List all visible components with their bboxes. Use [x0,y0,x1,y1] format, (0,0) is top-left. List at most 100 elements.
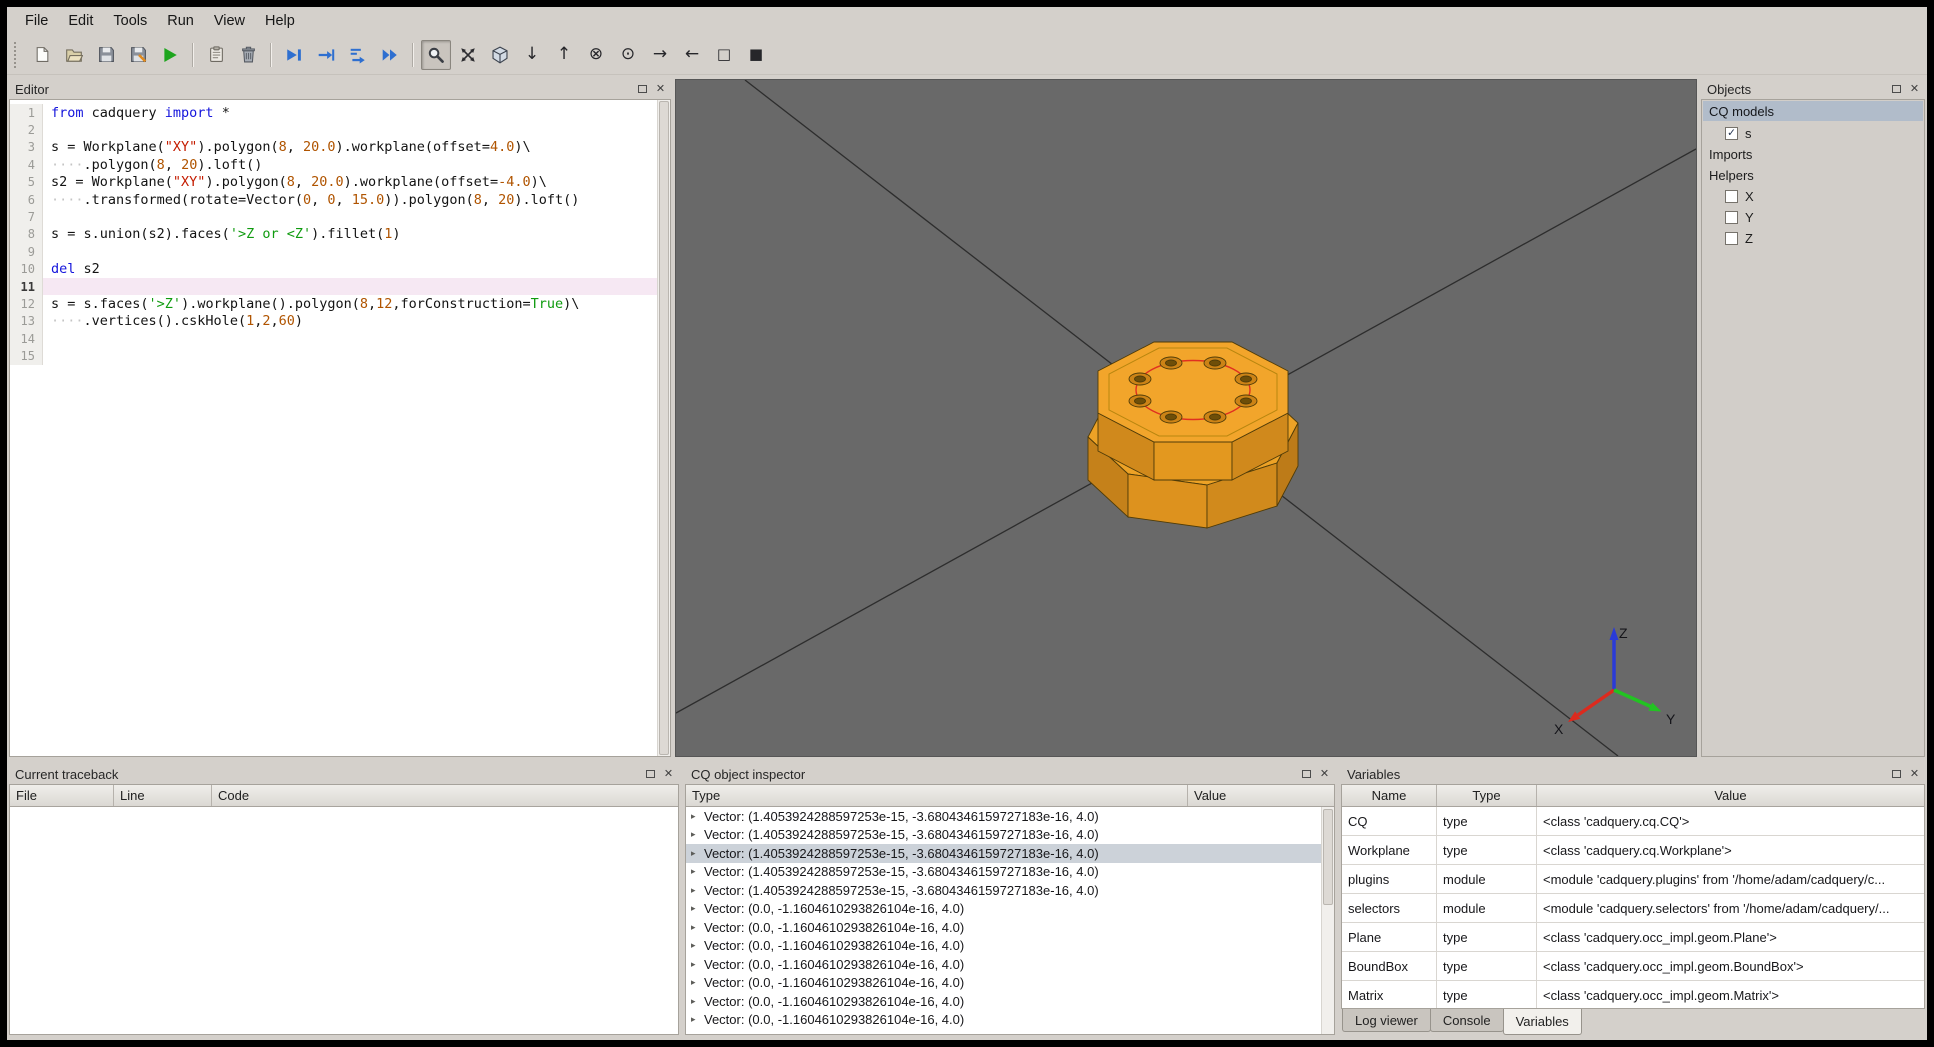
tab-variables[interactable]: Variables [1502,1009,1582,1035]
code-line[interactable]: 5 s2 = Workplane("XY").polygon(8, 20.0).w… [10,173,657,191]
code-line[interactable]: 12 s = s.faces('>Z').workplane().polygon(… [10,295,657,313]
close-button[interactable]: ✕ [1907,82,1922,97]
code-line[interactable]: 14 [10,330,657,348]
column-header-name[interactable]: Name [1342,785,1437,806]
column-header-file[interactable]: File [10,785,114,806]
expand-icon[interactable]: ▸ [691,829,702,840]
expand-icon[interactable]: ▸ [691,866,702,877]
code-area[interactable]: 1 from cadquery import * 2 3 s = Workplane("… [10,100,657,756]
checkbox[interactable] [1725,211,1738,224]
scrollbar-thumb[interactable] [1323,809,1333,905]
column-header-type[interactable]: Type [1437,785,1537,806]
tab-log-viewer[interactable]: Log viewer [1342,1009,1431,1032]
code-line[interactable]: 4 ···· .polygon(8, 20).loft() [10,156,657,174]
code-line[interactable]: 2 [10,121,657,139]
checkbox[interactable] [1725,232,1738,245]
fit-button[interactable] [453,40,483,70]
column-header-value[interactable]: Value [1537,785,1924,806]
top-view-button[interactable]: ↓ [517,40,547,70]
save-button[interactable] [91,40,121,70]
zoom-button[interactable] [421,39,451,70]
inspector-scrollbar[interactable] [1321,807,1334,1034]
variable-row[interactable]: plugins module <module 'cadquery.plugins' … [1342,865,1924,894]
scrollbar-thumb[interactable] [659,101,669,755]
expand-icon[interactable]: ▸ [691,996,702,1007]
code-line[interactable]: 15 [10,347,657,365]
front-view-button[interactable]: ⊗ [581,40,611,70]
inspector-row[interactable]: ▸ Vector: (1.4053924288597253e-15, -3.680… [686,863,1321,882]
close-button[interactable]: ✕ [1907,767,1922,782]
menu-item-run[interactable]: Run [157,9,204,33]
variable-row[interactable]: Plane type <class 'cadquery.occ_impl.geom.… [1342,923,1924,952]
iso-view-button[interactable] [485,40,515,70]
column-header-line[interactable]: Line [114,785,212,806]
tree-item-y[interactable]: Y [1702,207,1924,228]
save-as-button[interactable] [123,40,153,70]
step-in-button[interactable] [343,40,373,70]
variable-row[interactable]: selectors module <module 'cadquery.selecto… [1342,894,1924,923]
expand-icon[interactable]: ▸ [691,1014,702,1025]
variable-row[interactable]: BoundBox type <class 'cadquery.occ_impl.ge… [1342,952,1924,981]
menu-item-tools[interactable]: Tools [103,9,157,33]
code-line[interactable]: 1 from cadquery import * [10,104,657,122]
expand-icon[interactable]: ▸ [691,811,702,822]
variable-row[interactable]: Matrix type <class 'cadquery.occ_impl.geom… [1342,981,1924,1008]
expand-icon[interactable]: ▸ [691,903,702,914]
inspector-row[interactable]: ▸ Vector: (0.0, -1.1604610293826104e-16, … [686,974,1321,993]
expand-icon[interactable]: ▸ [691,922,702,933]
float-button[interactable] [1889,82,1904,97]
checkbox[interactable]: ✓ [1725,127,1738,140]
shaded-button[interactable]: ■ [741,40,771,70]
expand-icon[interactable]: ▸ [691,959,702,970]
open-button[interactable] [59,40,89,70]
delete-button[interactable] [233,40,263,70]
new-button[interactable] [27,40,57,70]
code-line[interactable]: 7 [10,208,657,226]
variable-row[interactable]: Workplane type <class 'cadquery.cq.Workpla… [1342,836,1924,865]
code-line[interactable]: 10 del s2 [10,260,657,278]
float-button[interactable] [635,82,650,97]
code-line[interactable]: 11 [10,277,657,296]
column-header-type[interactable]: Type [686,785,1188,806]
tab-console[interactable]: Console [1429,1009,1504,1032]
column-header-value[interactable]: Value [1188,785,1334,806]
inspector-row[interactable]: ▸ Vector: (0.0, -1.1604610293826104e-16, … [686,918,1321,937]
traceback-body[interactable] [10,807,678,1034]
right-view-button[interactable]: ← [677,40,707,70]
expand-icon[interactable]: ▸ [691,848,702,859]
cad-model[interactable] [1087,341,1299,529]
inspector-row[interactable]: ▸ Vector: (0.0, -1.1604610293826104e-16, … [686,992,1321,1011]
left-view-button[interactable]: → [645,40,675,70]
step-button[interactable] [311,40,341,70]
wireframe-button[interactable]: □ [709,40,739,70]
float-button[interactable] [643,767,658,782]
inspector-row[interactable]: ▸ Vector: (1.4053924288597253e-15, -3.680… [686,844,1321,863]
bottom-view-button[interactable]: ↑ [549,40,579,70]
tree-item-x[interactable]: X [1702,186,1924,207]
close-button[interactable]: ✕ [661,767,676,782]
code-line[interactable]: 13 ···· .vertices().cskHole(1, 2, 60) [10,312,657,331]
back-view-button[interactable]: ⊙ [613,40,643,70]
inspector-row[interactable]: ▸ Vector: (1.4053924288597253e-15, -3.680… [686,807,1321,826]
inspector-row[interactable]: ▸ Vector: (0.0, -1.1604610293826104e-16, … [686,937,1321,956]
inspector-row[interactable]: ▸ Vector: (1.4053924288597253e-15, -3.680… [686,881,1321,900]
variables-rows[interactable]: CQ type <class 'cadquery.cq.CQ'> Workplane t… [1342,807,1924,1008]
code-line[interactable]: 6 ···· .transformed(rotate=Vector(0, 0, 15… [10,190,657,209]
code-line[interactable]: 9 [10,243,657,261]
tree-item-z[interactable]: Z [1702,228,1924,249]
float-button[interactable] [1299,767,1314,782]
tree-item-imports[interactable]: Imports [1702,144,1924,165]
toolbar-handle[interactable] [14,41,19,68]
render-button[interactable] [155,40,185,70]
column-header-code[interactable]: Code [212,785,678,806]
menu-item-view[interactable]: View [204,9,255,33]
checkbox[interactable] [1725,190,1738,203]
tree-item-helpers[interactable]: Helpers [1702,165,1924,186]
editor-scrollbar[interactable] [657,100,670,756]
expand-icon[interactable]: ▸ [691,977,702,988]
menu-item-help[interactable]: Help [255,9,305,33]
menu-item-file[interactable]: File [15,9,58,33]
inspector-row[interactable]: ▸ Vector: (1.4053924288597253e-15, -3.680… [686,826,1321,845]
code-line[interactable]: 8 s = s.union(s2).faces('>Z or <Z').fille… [10,225,657,244]
inspector-row[interactable]: ▸ Vector: (0.0, -1.1604610293826104e-16, … [686,900,1321,919]
